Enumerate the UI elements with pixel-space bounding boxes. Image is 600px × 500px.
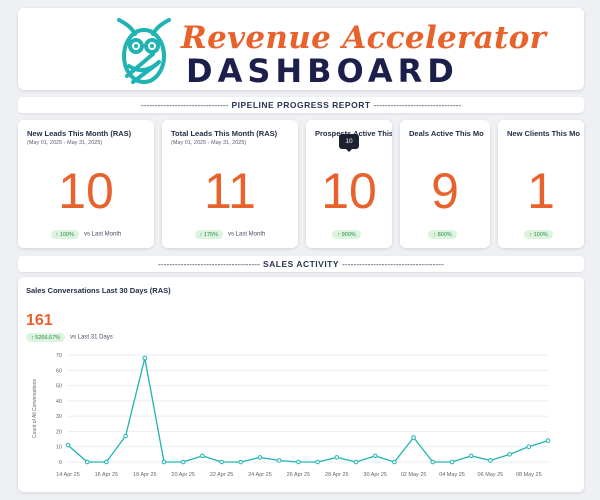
data-point — [334, 455, 340, 460]
y-tick-label: 20 — [56, 429, 62, 435]
kpi-date-range: (May 01, 2025 - May 31, 2025) — [171, 140, 247, 146]
kpi-card-new-leads[interactable]: New Leads This Month (RAS) (May 01, 2025… — [18, 120, 154, 248]
kpi-card-deals-active[interactable]: Deals Active This Mo 9 ↑ 800% — [400, 120, 490, 248]
kpi-footer: ↑ 800% — [400, 230, 490, 239]
brand-subtitle: DASHBOARD — [186, 52, 459, 90]
kpi-date-range: (May 01, 2025 - May 31, 2025) — [27, 140, 103, 146]
kpi-value: 11 — [204, 163, 256, 219]
data-point — [353, 459, 359, 465]
kpi-footer: ↑ 100% vs Last Month — [18, 230, 154, 239]
data-point — [315, 459, 320, 465]
data-point — [123, 433, 128, 439]
data-point — [468, 453, 474, 459]
y-tick-label: 60 — [56, 368, 62, 374]
pipeline-section-title: PIPELINE PROGRESS REPORT — [231, 100, 371, 110]
data-point — [430, 459, 436, 465]
kpi-value: 9 — [431, 163, 459, 219]
owl-logo-icon — [117, 18, 171, 84]
brand-title: Revenue Accelerator — [181, 20, 547, 56]
data-point — [65, 442, 71, 448]
kpi-title: New Clients This Mo — [507, 129, 580, 138]
trend-badge: ↑ 900% — [332, 230, 361, 239]
x-tick-label: 26 Apr 25 — [287, 472, 311, 478]
kpi-title: Deals Active This Mo — [409, 129, 484, 138]
y-tick-label: 10 — [56, 445, 62, 451]
x-tick-label: 04 May 25 — [439, 472, 465, 478]
kpi-footer: ↑ 100% — [498, 230, 584, 239]
x-tick-label: 02 May 25 — [401, 472, 427, 478]
kpi-comparison: vs Last Month — [84, 231, 122, 238]
x-tick-label: 16 Apr 25 — [95, 472, 119, 478]
x-tick-label: 06 May 25 — [478, 472, 504, 478]
trend-badge: ↑ 175% — [194, 230, 223, 239]
data-point — [238, 459, 244, 465]
y-tick-label: 30 — [56, 414, 62, 420]
y-tick-label: 50 — [56, 384, 62, 390]
kpi-card-total-leads[interactable]: Total Leads This Month (RAS) (May 01, 20… — [162, 120, 298, 248]
trend-badge: ↑ 100% — [50, 230, 79, 239]
sales-conversations-card: Sales Conversations Last 30 Days (RAS) 1… — [18, 277, 584, 492]
kpi-value: 10 — [58, 163, 114, 219]
divider-dashes-left: ------------------------------- — [140, 100, 229, 110]
y-tick-label: 40 — [56, 399, 62, 405]
data-point — [488, 458, 493, 463]
divider-dashes-left: ------------------------------------ — [158, 259, 260, 269]
data-point — [507, 452, 512, 457]
kpi-title: Total Leads This Month (RAS) — [171, 129, 278, 138]
data-point — [142, 355, 148, 361]
data-point — [200, 453, 205, 459]
kpi-footer: ↑ 175% vs Last Month — [162, 230, 298, 239]
data-point — [180, 459, 186, 465]
x-tick-label: 22 Apr 25 — [210, 472, 234, 478]
kpi-comparison: vs Last Month — [228, 231, 266, 238]
data-point — [219, 459, 224, 465]
data-point — [449, 459, 455, 465]
data-point — [545, 438, 551, 443]
trend-badge: ↑ 100% — [524, 230, 553, 239]
x-tick-label: 30 Apr 25 — [363, 472, 387, 478]
sales-section-title: SALES ACTIVITY — [262, 259, 340, 269]
value-tooltip: 10 — [339, 134, 359, 152]
data-point — [392, 459, 397, 465]
dashboard-header: Revenue Accelerator DASHBOARD — [18, 8, 584, 90]
data-point — [296, 459, 301, 465]
y-tick-label: 0 — [59, 460, 62, 466]
x-tick-label: 14 Apr 25 — [56, 472, 80, 478]
y-axis-label: Count of All Conversations — [32, 379, 38, 438]
pipeline-section-header: ------------------------------- PIPELINE… — [18, 97, 584, 113]
data-point — [257, 455, 263, 460]
x-tick-label: 24 Apr 25 — [248, 472, 272, 478]
sales-section-header: ------------------------------------ SAL… — [18, 256, 584, 272]
kpi-value: 1 — [527, 163, 555, 219]
y-tick-label: 70 — [56, 353, 62, 359]
kpi-value: 10 — [321, 163, 377, 219]
data-point — [276, 458, 282, 463]
data-point — [411, 435, 416, 440]
kpi-title: New Leads This Month (RAS) — [27, 129, 132, 138]
data-point — [161, 459, 167, 465]
data-point — [526, 444, 532, 450]
kpi-footer: ↑ 900% — [306, 230, 392, 239]
kpi-card-new-clients[interactable]: New Clients This Mo 1 ↑ 100% — [498, 120, 584, 248]
divider-dashes-right: ------------------------------------ — [342, 259, 444, 269]
divider-dashes-right: ------------------------------- — [373, 100, 462, 110]
x-tick-label: 20 Apr 25 — [171, 472, 195, 478]
x-tick-label: 08 May 25 — [516, 472, 542, 478]
data-point — [372, 453, 378, 459]
data-point — [104, 459, 109, 465]
trend-badge: ↑ 800% — [428, 230, 457, 239]
x-tick-label: 28 Apr 25 — [325, 472, 349, 478]
data-point — [84, 459, 90, 465]
x-tick-label: 18 Apr 25 — [133, 472, 157, 478]
sales-conversations-chart[interactable]: 0 10 20 30 40 50 60 70 Count of All Conversation… — [18, 277, 584, 492]
